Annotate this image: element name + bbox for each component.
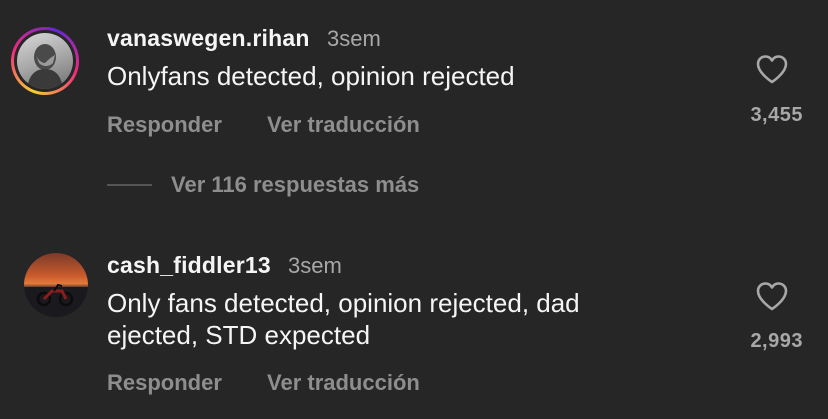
timestamp: 3sem xyxy=(327,26,381,51)
view-replies-button[interactable]: Ver 116 respuestas más xyxy=(171,172,419,198)
avatar[interactable] xyxy=(11,27,79,95)
comment-text: Onlyfans detected, opinion rejected xyxy=(107,61,515,91)
reply-button[interactable]: Responder xyxy=(107,112,222,138)
avatar-ring-gap xyxy=(14,30,76,92)
avatar-image xyxy=(17,33,73,89)
translate-button[interactable]: Ver traducción xyxy=(267,112,420,138)
comment-text: Only fans detected, opinion rejected, da… xyxy=(107,288,580,350)
reply-button[interactable]: Responder xyxy=(107,370,222,396)
heart-outline-icon[interactable] xyxy=(755,54,789,84)
avatar[interactable] xyxy=(24,253,88,317)
like-count: 3,455 xyxy=(750,104,803,126)
person-silhouette-icon xyxy=(27,44,63,89)
username[interactable]: cash_fiddler13 xyxy=(107,252,271,279)
like-count: 2,993 xyxy=(750,330,803,352)
username[interactable]: vanaswegen.rihan xyxy=(107,25,310,52)
timestamp: 3sem xyxy=(288,253,342,278)
heart-outline-icon[interactable] xyxy=(755,281,789,311)
translate-button[interactable]: Ver traducción xyxy=(267,370,420,396)
motorbike-sunset-image xyxy=(24,283,88,317)
replies-divider xyxy=(107,184,152,186)
